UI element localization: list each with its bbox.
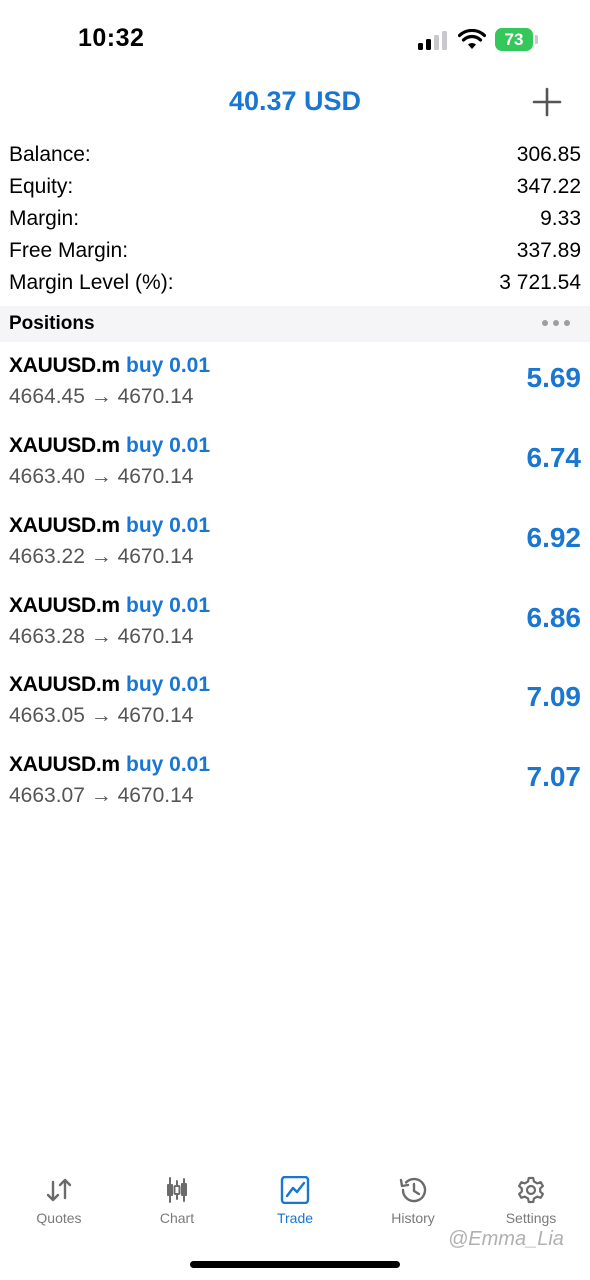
tab-trade[interactable]: Trade (236, 1176, 354, 1238)
position-side: buy 0.01 (126, 753, 211, 776)
position-prices: 4663.40 → 4670.14 (9, 465, 194, 488)
position-profit: 6.86 (526, 602, 582, 633)
wifi-icon (458, 29, 486, 49)
status-time: 10:32 (78, 24, 145, 52)
summary-row-equity: Equity: 347.22 (0, 175, 590, 207)
summary-label: Equity: (9, 175, 74, 198)
tab-chart[interactable]: Chart (118, 1176, 236, 1238)
position-row[interactable]: XAUUSD.m buy 0.01 4663.28 → 4670.14 6.86 (0, 582, 590, 662)
position-symbol: XAUUSD.m (9, 673, 120, 696)
position-row[interactable]: XAUUSD.m buy 0.01 4663.40 → 4670.14 6.74 (0, 422, 590, 502)
position-profit: 7.07 (526, 761, 582, 792)
gear-icon (518, 1176, 544, 1204)
position-symbol: XAUUSD.m (9, 514, 120, 537)
profit-total-title: 40.37 USD (228, 86, 362, 116)
summary-row-free-margin: Free Margin: 337.89 (0, 239, 590, 271)
candlestick-icon (167, 1177, 187, 1203)
position-side: buy 0.01 (126, 594, 211, 617)
position-symbol: XAUUSD.m (9, 434, 120, 457)
more-options-icon[interactable] (542, 316, 576, 330)
home-indicator (190, 1261, 400, 1268)
positions-section-header: Positions (0, 306, 590, 342)
summary-row-margin: Margin: 9.33 (0, 207, 590, 239)
position-symbol: XAUUSD.m (9, 594, 120, 617)
battery-level: 73 (504, 29, 524, 49)
new-order-button[interactable] (531, 86, 563, 118)
position-side: buy 0.01 (126, 673, 211, 696)
position-prices: 4663.28 → 4670.14 (9, 625, 194, 648)
position-profit: 7.09 (526, 681, 582, 712)
summary-value: 306.85 (516, 143, 581, 166)
tab-label: Chart (159, 1210, 195, 1226)
history-clock-icon (399, 1177, 427, 1203)
summary-row-balance: Balance: 306.85 (0, 143, 590, 175)
summary-value: 337.89 (516, 239, 581, 262)
tab-label: History (391, 1210, 435, 1226)
cellular-signal-icon (418, 30, 448, 50)
position-prices: 4664.45 → 4670.14 (9, 385, 194, 408)
summary-label: Balance: (9, 143, 91, 166)
positions-title: Positions (9, 313, 95, 334)
position-side: buy 0.01 (126, 354, 211, 377)
summary-label: Margin Level (%): (9, 271, 174, 294)
summary-value: 9.33 (540, 207, 581, 230)
quotes-arrows-icon (46, 1178, 72, 1202)
position-side: buy 0.01 (126, 434, 211, 457)
position-row[interactable]: XAUUSD.m buy 0.01 4664.45 → 4670.14 5.69 (0, 342, 590, 422)
summary-row-margin-level: Margin Level (%): 3 721.54 (0, 271, 590, 303)
position-profit: 6.74 (526, 442, 582, 473)
summary-value: 3 721.54 (499, 271, 581, 294)
battery-cap-icon (535, 35, 538, 44)
battery-indicator: 73 (495, 28, 533, 51)
watermark: @Emma_Lia (448, 1228, 564, 1250)
position-profit: 6.92 (526, 522, 582, 553)
tab-quotes[interactable]: Quotes (0, 1176, 118, 1238)
position-prices: 4663.05 → 4670.14 (9, 704, 194, 727)
summary-label: Free Margin: (9, 239, 129, 262)
summary-value: 347.22 (516, 175, 581, 198)
position-prices: 4663.22 → 4670.14 (9, 545, 194, 568)
trade-chart-icon (280, 1176, 310, 1204)
tab-label: Trade (276, 1210, 314, 1226)
position-side: buy 0.01 (126, 514, 211, 537)
summary-label: Margin: (9, 207, 80, 230)
position-prices: 4663.07 → 4670.14 (9, 784, 194, 807)
position-profit: 5.69 (526, 362, 582, 393)
position-row[interactable]: XAUUSD.m buy 0.01 4663.07 → 4670.14 7.07 (0, 741, 590, 821)
tab-label: Quotes (36, 1210, 82, 1226)
position-symbol: XAUUSD.m (9, 753, 120, 776)
position-row[interactable]: XAUUSD.m buy 0.01 4663.22 → 4670.14 6.92 (0, 502, 590, 582)
position-row[interactable]: XAUUSD.m buy 0.01 4663.05 → 4670.14 7.09 (0, 661, 590, 741)
tab-label: Settings (505, 1210, 557, 1226)
position-symbol: XAUUSD.m (9, 354, 120, 377)
